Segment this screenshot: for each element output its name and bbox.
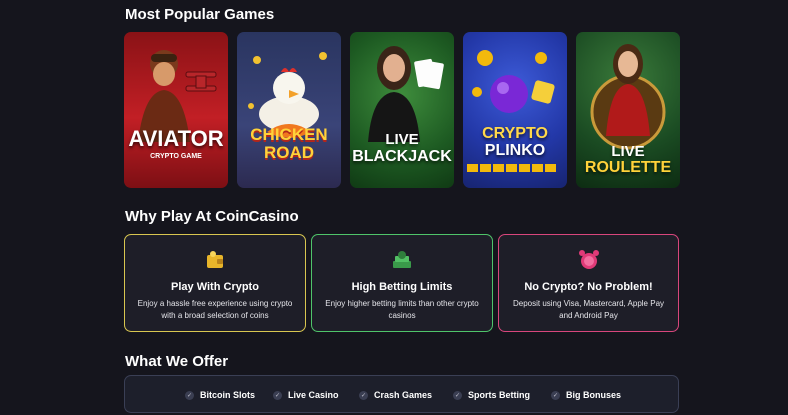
game-subtitle: CRYPTO GAME <box>150 153 202 160</box>
money-stack-icon <box>393 251 411 268</box>
reason-card-no-crypto: No Crypto? No Problem! Deposit using Vis… <box>498 234 679 332</box>
why-play-heading: Why Play At CoinCasino <box>125 208 299 225</box>
check-icon: ✓ <box>453 390 462 400</box>
game-card-chicken-road[interactable]: CHICKEN ROAD <box>237 32 341 188</box>
reason-card-play-with-crypto: Play With Crypto Enjoy a hassle free exp… <box>124 234 306 332</box>
reason-description: Enjoy a hassle free experience using cry… <box>137 299 293 320</box>
game-card-live-blackjack[interactable]: LIVE BLACKJACK <box>350 32 454 188</box>
offer-label: Sports Betting <box>468 390 530 400</box>
game-title: AVIATOR <box>128 126 224 151</box>
game-title-line2: ROAD <box>263 143 315 162</box>
aviator-pilot-icon <box>138 50 217 142</box>
game-card-crypto-plinko[interactable]: CRYPTO PLINKO <box>463 32 567 188</box>
game-title-line2: BLACKJACK <box>352 148 452 165</box>
game-title-line2: ROULETTE <box>584 159 672 176</box>
offer-label: Live Casino <box>288 390 339 400</box>
what-we-offer-heading: What We Offer <box>125 353 229 370</box>
offer-item-big-bonuses[interactable]: ✓ Big Bonuses <box>551 388 621 402</box>
game-card-aviator[interactable]: AVIATOR CRYPTO GAME <box>124 32 228 188</box>
offer-item-crash-games[interactable]: ✓ Crash Games <box>359 388 432 402</box>
offer-item-live-casino[interactable]: ✓ Live Casino <box>273 388 339 402</box>
reason-title: High Betting Limits <box>351 281 453 293</box>
reason-card-high-betting-limits: High Betting Limits Enjoy higher betting… <box>311 234 493 332</box>
check-icon: ✓ <box>273 390 282 400</box>
reason-title: Play With Crypto <box>171 281 259 293</box>
wallet-icon <box>207 251 223 268</box>
offer-label: Big Bonuses <box>566 390 622 400</box>
offer-item-sports-betting[interactable]: ✓ Sports Betting <box>453 388 530 402</box>
offer-label: Bitcoin Slots <box>200 390 256 400</box>
check-icon: ✓ <box>185 390 194 400</box>
offer-bar: ✓ Bitcoin Slots ✓ Live Casino ✓ Crash Ga… <box>124 375 679 413</box>
offer-item-bitcoin-slots[interactable]: ✓ Bitcoin Slots <box>185 388 255 402</box>
plinko-ball-icon <box>467 50 556 172</box>
most-popular-games-heading: Most Popular Games <box>125 6 275 23</box>
reason-description: Deposit using Visa, Mastercard, Apple Pa… <box>512 299 665 320</box>
offer-label: Crash Games <box>374 390 433 400</box>
reason-description: Enjoy higher betting limits than other c… <box>325 299 479 320</box>
chicken-icon <box>248 52 327 138</box>
reason-title: No Crypto? No Problem! <box>524 281 653 293</box>
games-row: AVIATOR CRYPTO GAME CHICKEN ROAD LIVE BL… <box>124 32 680 188</box>
check-icon: ✓ <box>551 390 560 400</box>
game-title-line1: CHICKEN <box>250 125 328 144</box>
game-title-line2: PLINKO <box>484 142 546 159</box>
game-title-line1: LIVE <box>611 143 645 160</box>
game-title-line1: LIVE <box>385 131 419 148</box>
game-title-line1: CRYPTO <box>482 125 548 142</box>
check-icon: ✓ <box>359 390 368 400</box>
game-card-live-roulette[interactable]: LIVE ROULETTE <box>576 32 680 188</box>
alarm-clock-icon <box>578 250 599 269</box>
